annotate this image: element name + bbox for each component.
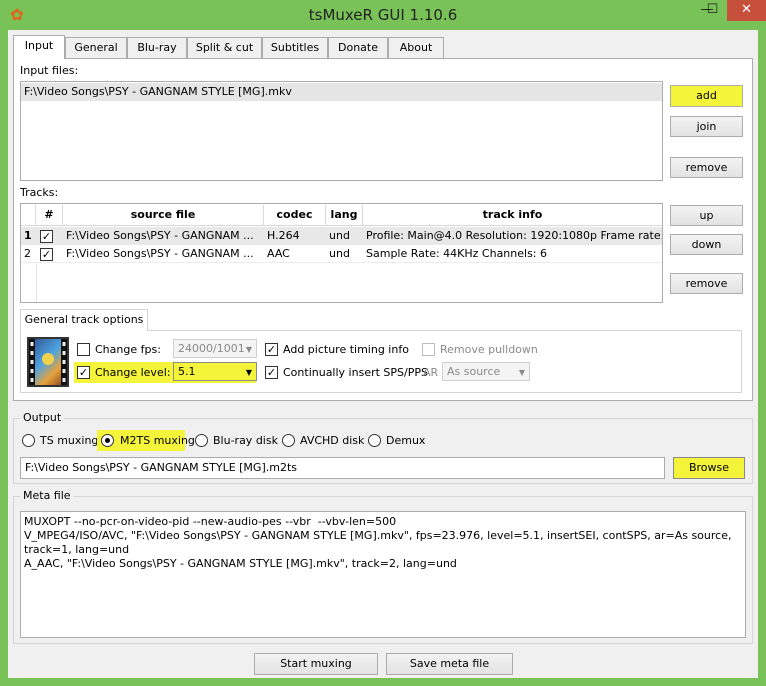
save-meta-file-button[interactable]: Save meta file — [386, 653, 513, 675]
change-fps-label: Change fps: — [95, 343, 161, 356]
table-header-blank — [21, 205, 36, 226]
remove-pulldown-checkbox[interactable] — [422, 343, 435, 356]
tab-about[interactable]: About — [388, 37, 444, 58]
chevron-down-icon: ▼ — [245, 368, 252, 377]
column-header-info[interactable]: track info — [363, 205, 662, 226]
chevron-down-icon: ▼ — [245, 345, 252, 354]
window-title: tsMuxeR GUI 1.10.6 — [308, 6, 458, 24]
track-info: Profile: Main@4.0 Resolution: 1920:1080p… — [366, 229, 662, 242]
chevron-down-icon: ▼ — [518, 368, 525, 377]
fps-dropdown[interactable]: 24000/1001 ▼ — [173, 339, 257, 358]
insert-sps-label: Continually insert SPS/PPS — [283, 366, 428, 379]
ts-muxing-radio[interactable] — [22, 434, 35, 447]
meta-file-label: Meta file — [20, 489, 74, 502]
ar-value: As source — [447, 365, 501, 378]
avchd-disk-label: AVCHD disk — [300, 434, 365, 447]
column-header-number[interactable]: # — [36, 205, 63, 226]
browse-button[interactable]: Browse — [673, 457, 745, 479]
picture-timing-label: Add picture timing info — [283, 343, 409, 356]
start-muxing-button[interactable]: Start muxing — [254, 653, 378, 675]
film-strip-icon — [27, 337, 69, 387]
change-fps-checkbox[interactable] — [77, 343, 90, 356]
track-source: F:\Video Songs\PSY - GANGNAM ... — [66, 229, 254, 242]
column-header-lang[interactable]: lang — [326, 205, 363, 226]
meta-file-text[interactable]: MUXOPT --no-pcr-on-video-pid --new-audio… — [20, 511, 746, 638]
input-files-label: Input files: — [20, 64, 79, 77]
track-lang: und — [329, 247, 350, 260]
picture-timing-checkbox[interactable]: ✓ — [265, 343, 278, 356]
remove-file-button[interactable]: remove — [670, 157, 743, 178]
row-index: 2 — [24, 247, 31, 260]
row-index: 1 — [24, 229, 32, 242]
add-button[interactable]: add — [670, 85, 743, 107]
m2ts-muxing-radio[interactable] — [101, 434, 114, 447]
track-codec: AAC — [267, 247, 290, 260]
tab-split-cut[interactable]: Split & cut — [187, 37, 262, 58]
track-down-button[interactable]: down — [670, 234, 743, 255]
output-label: Output — [20, 411, 65, 424]
tab-input[interactable]: Input — [13, 35, 65, 59]
track-source: F:\Video Songs\PSY - GANGNAM ... — [66, 247, 254, 260]
tab-blu-ray[interactable]: Blu-ray — [127, 37, 187, 58]
column-divider — [36, 263, 37, 302]
join-button[interactable]: join — [670, 116, 743, 137]
remove-pulldown-label: Remove pulldown — [440, 343, 538, 356]
level-value: 5.1 — [178, 365, 196, 378]
track-up-button[interactable]: up — [670, 205, 743, 226]
demux-radio[interactable] — [368, 434, 381, 447]
tab-subtitles[interactable]: Subtitles — [262, 37, 328, 58]
track-checkbox[interactable]: ✓ — [40, 248, 53, 261]
track-lang: und — [329, 229, 350, 242]
output-path-input[interactable]: F:\Video Songs\PSY - GANGNAM STYLE [MG].… — [20, 457, 665, 479]
insert-sps-checkbox[interactable]: ✓ — [265, 366, 278, 379]
remove-track-button[interactable]: remove — [670, 273, 743, 294]
ar-label: AR — [423, 366, 439, 379]
track-codec: H.264 — [267, 229, 300, 242]
demux-label: Demux — [386, 434, 426, 447]
tab-general[interactable]: General — [65, 37, 127, 58]
fps-value: 24000/1001 — [178, 342, 245, 355]
ts-muxing-label: TS muxing — [40, 434, 99, 447]
level-dropdown[interactable]: 5.1 ▼ — [173, 362, 257, 381]
maximize-icon[interactable]: ☐ — [700, 0, 725, 21]
ar-dropdown[interactable]: As source ▼ — [442, 362, 530, 381]
input-file-item[interactable]: F:\Video Songs\PSY - GANGNAM STYLE [MG].… — [21, 83, 662, 101]
blu-ray-disk-radio[interactable] — [195, 434, 208, 447]
track-info: Sample Rate: 44KHz Channels: 6 — [366, 247, 548, 260]
tab-donate[interactable]: Donate — [328, 37, 388, 58]
change-level-label: Change level: — [95, 366, 171, 379]
close-icon[interactable]: ✕ — [727, 0, 766, 21]
column-header-source[interactable]: source file — [63, 205, 264, 226]
blu-ray-disk-label: Blu-ray disk — [213, 434, 278, 447]
track-checkbox[interactable]: ✓ — [40, 230, 53, 243]
tab-general-track-options[interactable]: General track options — [20, 309, 148, 331]
avchd-disk-radio[interactable] — [282, 434, 295, 447]
tracks-label: Tracks: — [20, 186, 59, 199]
column-header-codec[interactable]: codec — [264, 205, 326, 226]
m2ts-muxing-label: M2TS muxing — [120, 434, 195, 447]
change-level-checkbox[interactable]: ✓ — [77, 366, 90, 379]
